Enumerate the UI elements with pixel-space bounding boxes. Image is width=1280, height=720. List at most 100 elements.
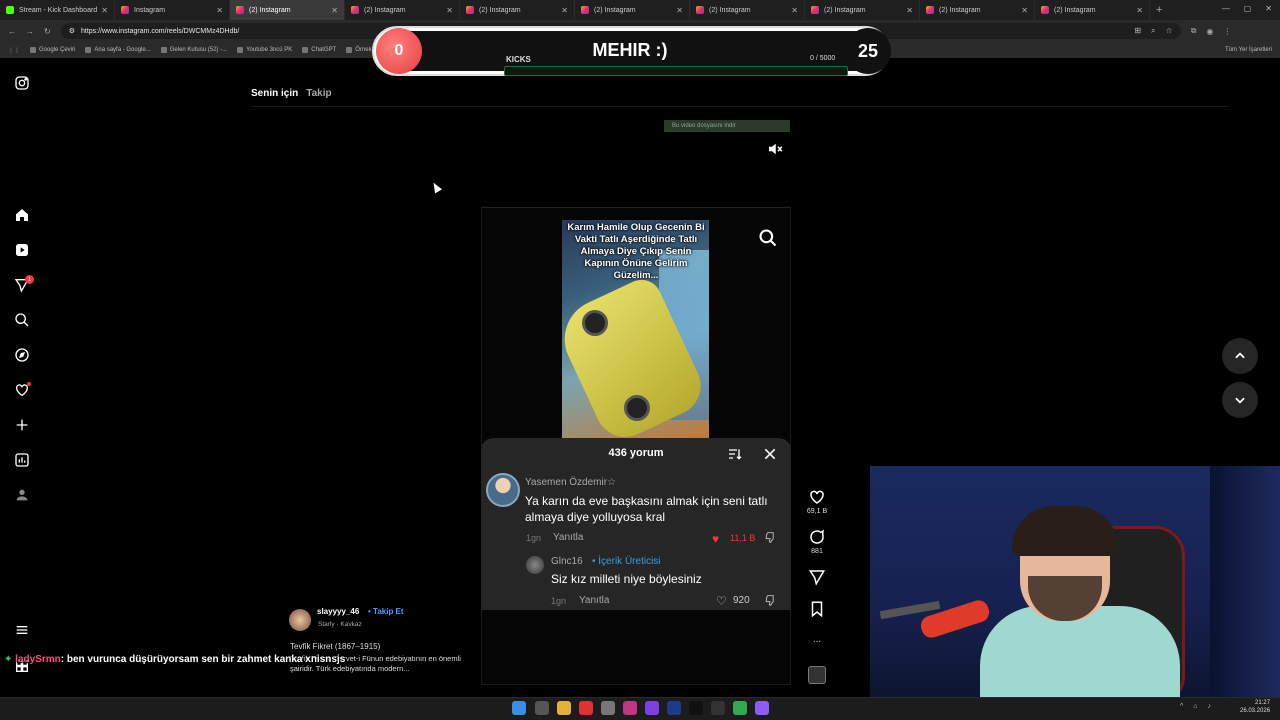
explore-icon[interactable] [12,345,32,365]
search-icon[interactable] [12,310,32,330]
more-options-icon[interactable]: ... [800,634,834,645]
browser-tab[interactable]: (2) Instagram ✕ [230,0,345,20]
tab-close-icon[interactable]: ✕ [216,6,223,15]
comment-icon[interactable] [808,528,826,546]
close-window-icon[interactable]: ✕ [1265,4,1272,13]
reply-button[interactable]: Yanıtla [579,595,609,606]
audio-label[interactable]: Starly · Kavkaz [318,621,362,628]
profile-icon[interactable]: ◉ [1206,27,1213,36]
site-info-icon[interactable]: ⚙ [69,27,75,35]
follow-button[interactable]: • Takip Et [368,607,404,616]
next-reel-button[interactable] [1222,382,1258,418]
forward-icon[interactable]: → [26,27,34,36]
bookmark-star-icon[interactable]: ☆ [1166,26,1173,36]
obs-icon[interactable] [755,701,769,715]
tab-close-icon[interactable]: ✕ [791,6,798,15]
magnifier-icon[interactable] [758,228,778,248]
liked-heart-icon[interactable]: ♥ [712,532,719,546]
browser-tab[interactable]: (2) Instagram ✕ [460,0,575,20]
bookmark-item[interactable]: Ana sayfa - Google... [85,47,151,53]
tab-close-icon[interactable]: ✕ [676,6,683,15]
app-icon[interactable] [645,701,659,715]
avatar[interactable] [526,556,544,574]
close-icon[interactable] [762,446,778,462]
bookmark-item[interactable]: Gelen Kutusu (52) -... [160,47,227,53]
notification-badge: 1 [25,275,34,284]
task-view-icon[interactable] [535,701,549,715]
chrome-icon[interactable] [733,701,747,715]
dislike-icon[interactable] [764,531,777,544]
file-explorer-icon[interactable] [557,701,571,715]
new-tab-button[interactable]: + [1156,4,1162,16]
browser-tab[interactable]: (2) Instagram ✕ [575,0,690,20]
instagram-app-icon[interactable] [623,701,637,715]
tab-close-icon[interactable]: ✕ [446,6,453,15]
tab-close-icon[interactable]: ✕ [331,6,338,15]
browser-tab[interactable]: Stream - Kick Dashboard ✕ [0,0,115,20]
apps-grid-icon[interactable]: ⋮⋮ [8,47,20,54]
browser-tab[interactable]: Instagram ✕ [115,0,230,20]
author-username[interactable]: slayyyy_46 [317,607,359,616]
bookmark-item[interactable]: Youtube 3ncü PK [237,47,292,53]
creator-badge: • İçerik Üreticisi [592,556,661,567]
sort-icon[interactable] [727,446,743,462]
browser-tab[interactable]: (2) Instagram ✕ [690,0,805,20]
tab-close-icon[interactable]: ✕ [561,6,568,15]
home-icon[interactable] [12,205,32,225]
reels-icon[interactable] [12,240,32,260]
tab-close-icon[interactable]: ✕ [1021,6,1028,15]
back-icon[interactable]: ← [8,27,16,36]
dashboard-icon[interactable] [12,450,32,470]
minimize-icon[interactable]: — [1222,4,1230,13]
volume-icon[interactable]: ♪ [1208,703,1212,710]
download-tag[interactable]: Bu video dosyasını indir [664,120,790,132]
avatar[interactable] [289,609,311,631]
dislike-icon[interactable] [764,594,777,607]
previous-reel-button[interactable] [1222,338,1258,374]
app-icon[interactable] [579,701,593,715]
save-bookmark-icon[interactable] [808,600,826,618]
tab-close-icon[interactable]: ✕ [906,6,913,15]
mute-icon[interactable] [766,140,784,158]
extensions-icon[interactable]: ⧉ [1191,26,1197,36]
windows-taskbar [0,697,1280,720]
create-icon[interactable] [12,415,32,435]
clock[interactable]: 21:27 26.03.2026 [1240,699,1270,715]
browser-tab[interactable]: (2) Instagram ✕ [345,0,460,20]
all-bookmarks-folder[interactable]: Tüm Yer İşaretleri [1225,47,1272,53]
network-icon[interactable]: ⌂ [1193,703,1197,710]
browser-tab[interactable]: (2) Instagram ✕ [920,0,1035,20]
like-heart-icon[interactable]: ♡ [716,594,727,608]
bookmark-item[interactable]: Örnek [346,47,372,53]
menu-dots-icon[interactable]: ⋮ [1223,27,1231,36]
reply-button[interactable]: Yanıtla [553,532,583,543]
app-icon[interactable] [601,701,615,715]
avatar[interactable] [486,473,520,507]
app-icon[interactable] [711,701,725,715]
tab-following[interactable]: Takip [306,88,331,99]
tiktok-icon[interactable] [689,701,703,715]
bookmark-item[interactable]: ChatGPT [302,47,336,53]
install-icon[interactable]: ⊞ [1134,26,1141,36]
tab-close-icon[interactable]: ✕ [101,6,108,15]
maximize-icon[interactable]: ▢ [1244,4,1252,13]
reload-icon[interactable]: ↻ [44,27,51,36]
audio-thumbnail[interactable] [808,666,826,684]
browser-tab[interactable]: (2) Instagram ✕ [1035,0,1150,20]
share-icon[interactable] [808,568,826,586]
photoshop-icon[interactable] [667,701,681,715]
more-menu-icon[interactable] [12,620,32,640]
bookmark-favicon-icon [302,47,309,53]
tab-close-icon[interactable]: ✕ [1136,6,1143,15]
browser-tab[interactable]: (2) Instagram ✕ [805,0,920,20]
comment-username[interactable]: Yasemen Özdemir☆ [525,477,616,488]
like-icon[interactable] [808,488,826,506]
zoom-icon[interactable]: ⌕ [1151,26,1155,36]
start-icon[interactable] [512,701,526,715]
bookmark-item[interactable]: Google Çeviri [30,47,75,53]
instagram-logo-icon[interactable] [12,73,32,93]
tab-for-you[interactable]: Senin için [251,88,298,99]
profile-avatar-icon[interactable] [12,485,32,505]
chevron-up-icon[interactable]: ^ [1180,703,1183,710]
comment-username[interactable]: Glnc16 [551,556,583,567]
